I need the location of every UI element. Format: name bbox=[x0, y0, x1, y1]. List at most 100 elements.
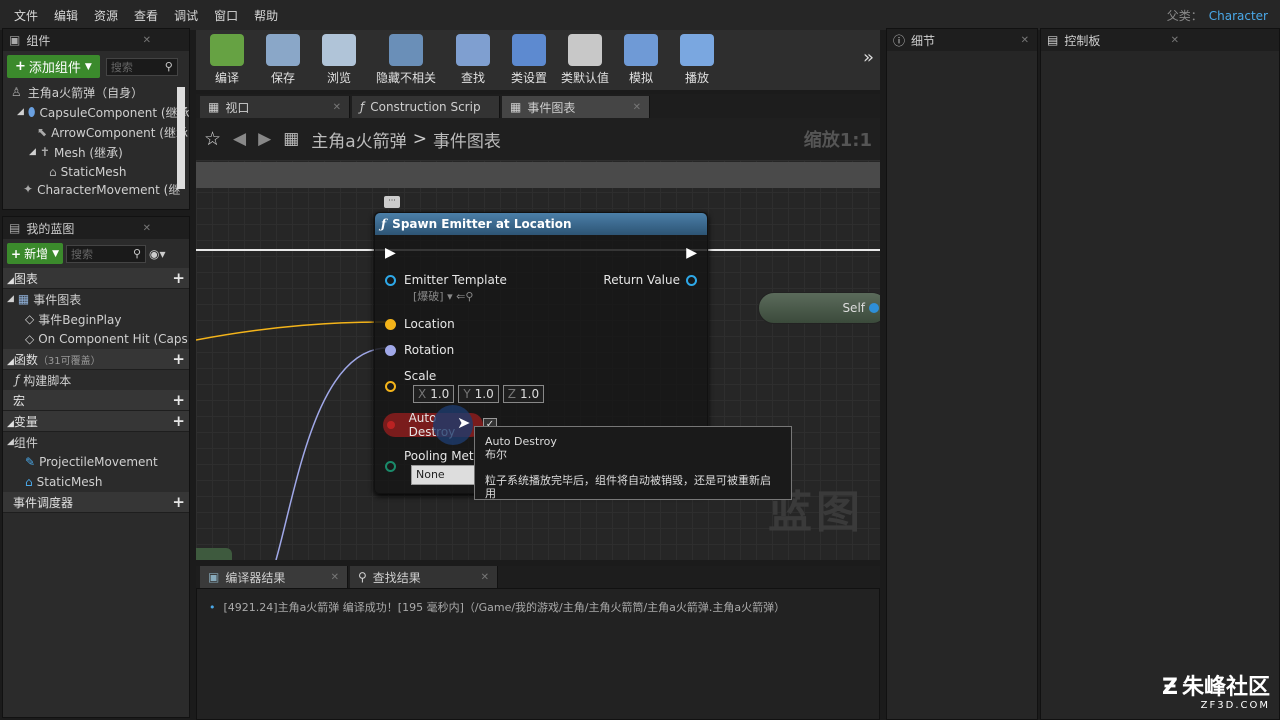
components-tab[interactable]: ▣ 组件 ✕ bbox=[3, 29, 189, 51]
add-macro-icon[interactable]: + bbox=[172, 391, 185, 409]
tree-label: Mesh (继承) bbox=[53, 145, 123, 160]
pooling-method-pin[interactable]: Pooling Meth bbox=[385, 449, 481, 472]
menu-asset[interactable]: 资源 bbox=[86, 7, 126, 24]
tree-item-construct[interactable]: ƒ 构建脚本 bbox=[3, 370, 189, 390]
simulate-button[interactable]: 模拟 bbox=[616, 32, 666, 90]
node-title-bar[interactable]: ƒ Spawn Emitter at Location bbox=[375, 213, 707, 235]
exec-out-pin[interactable]: ▶ bbox=[686, 245, 697, 261]
search-icon[interactable]: ⚲ bbox=[165, 60, 173, 73]
section-graphs[interactable]: ◢图表 + bbox=[3, 268, 189, 289]
close-icon[interactable]: ✕ bbox=[633, 102, 641, 113]
more-icon[interactable]: » bbox=[863, 47, 874, 68]
search-icon[interactable]: ⚲ bbox=[133, 247, 141, 260]
tree-item-projectile-movement[interactable]: ✎ ProjectileMovement bbox=[3, 452, 189, 472]
class-defaults-button[interactable]: 类默认值 bbox=[560, 32, 610, 90]
bullet-icon: • bbox=[209, 601, 216, 614]
details-tab[interactable]: ⓘ 细节 ✕ bbox=[887, 29, 1037, 51]
hide-unrelated-button[interactable]: 隐藏不相关 bbox=[370, 32, 442, 90]
section-macros[interactable]: 宏 + bbox=[3, 390, 189, 411]
tab-construction[interactable]: ƒ Construction Scrip bbox=[352, 96, 500, 118]
add-component-button[interactable]: + 添加组件 ▼ bbox=[7, 55, 100, 78]
expand-icon[interactable]: ◢ bbox=[17, 107, 24, 117]
compile-button[interactable]: 编译 bbox=[202, 32, 252, 90]
back-arrow-icon[interactable]: ◀ bbox=[233, 129, 246, 149]
add-function-icon[interactable]: + bbox=[172, 350, 185, 368]
new-button[interactable]: + 新增 ▼ bbox=[7, 243, 63, 264]
tree-item-beginplay[interactable]: ◇ 事件BeginPlay bbox=[3, 309, 189, 329]
star-icon[interactable]: ☆ bbox=[204, 128, 221, 150]
scale-pin[interactable]: Scale bbox=[385, 369, 436, 392]
class-settings-button[interactable]: 类设置 bbox=[504, 32, 554, 90]
tree-item-event-graph[interactable]: ◢ ▦ 事件图表 bbox=[3, 289, 189, 309]
location-pin[interactable]: Location bbox=[385, 317, 455, 331]
find-button[interactable]: 查找 bbox=[448, 32, 498, 90]
self-pin[interactable] bbox=[869, 303, 879, 313]
tree-item-arrow[interactable]: ⬉ ArrowComponent (继承 bbox=[3, 122, 189, 142]
tab-compiler-results[interactable]: ▣ 编译器结果 ✕ bbox=[200, 566, 348, 588]
tree-item-capsule[interactable]: ◢ ⬮ CapsuleComponent (继承 bbox=[3, 102, 189, 122]
close-icon[interactable]: ✕ bbox=[143, 223, 151, 234]
comment-bubble-icon[interactable]: ··· bbox=[384, 196, 400, 208]
add-graph-icon[interactable]: + bbox=[172, 269, 185, 287]
blueprint-search[interactable]: 搜索 ⚲ bbox=[66, 244, 146, 263]
close-icon[interactable]: ✕ bbox=[333, 102, 341, 113]
add-dispatcher-icon[interactable]: + bbox=[172, 493, 185, 511]
rotation-pin[interactable]: Rotation bbox=[385, 343, 454, 357]
section-dispatchers[interactable]: 事件调度器 + bbox=[3, 492, 189, 513]
play-button[interactable]: 播放 bbox=[672, 32, 722, 90]
tree-item-staticmesh[interactable]: ⌂ StaticMesh bbox=[3, 162, 189, 182]
menu-view[interactable]: 查看 bbox=[126, 7, 166, 24]
save-button[interactable]: 保存 bbox=[258, 32, 308, 90]
close-icon[interactable]: ✕ bbox=[143, 35, 151, 46]
expand-icon[interactable]: ◢ bbox=[29, 147, 36, 157]
parent-class-link[interactable]: Character bbox=[1209, 9, 1268, 23]
menu-window[interactable]: 窗口 bbox=[206, 7, 246, 24]
close-icon[interactable]: ✕ bbox=[331, 572, 339, 583]
pin-dot bbox=[385, 275, 396, 286]
new-label: 新增 bbox=[24, 247, 49, 261]
add-variable-icon[interactable]: + bbox=[172, 412, 185, 430]
tree-item-self[interactable]: ♙ 主角a火箭弹（自身） bbox=[3, 82, 189, 102]
tab-find-results[interactable]: ⚲ 查找结果 ✕ bbox=[350, 566, 498, 588]
exec-in-pin[interactable]: ▶ bbox=[385, 245, 396, 261]
section-functions[interactable]: ◢函数（31可覆盖） + bbox=[3, 349, 189, 370]
browse-button[interactable]: 浏览 bbox=[314, 32, 364, 90]
section-variables[interactable]: ◢变量 + bbox=[3, 411, 189, 432]
menu-edit[interactable]: 编辑 bbox=[46, 7, 86, 24]
breadcrumb-leaf[interactable]: 事件图表 bbox=[433, 127, 501, 152]
tree-item-components-category[interactable]: ◢ 组件 bbox=[3, 432, 189, 452]
use-asset-icon[interactable]: ⇐ bbox=[456, 290, 465, 303]
tab-label: 视口 bbox=[225, 100, 250, 115]
close-icon[interactable]: ✕ bbox=[1021, 35, 1029, 46]
menu-help[interactable]: 帮助 bbox=[246, 7, 286, 24]
breadcrumb-root[interactable]: 主角a火箭弹 bbox=[311, 127, 406, 152]
tree-item-component-hit[interactable]: ◇ On Component Hit (Caps bbox=[3, 329, 189, 349]
tree-item-mesh[interactable]: ◢ ✝ Mesh (继承) bbox=[3, 142, 189, 162]
forward-arrow-icon[interactable]: ▶ bbox=[258, 129, 271, 149]
self-node[interactable]: Self bbox=[758, 292, 880, 324]
close-icon[interactable]: ✕ bbox=[481, 572, 489, 583]
my-blueprint-tab[interactable]: ▤ 我的蓝图 ✕ bbox=[3, 217, 189, 239]
menu-debug[interactable]: 调试 bbox=[166, 7, 206, 24]
self-label: Self bbox=[842, 301, 865, 315]
eye-icon[interactable]: ◉▾ bbox=[149, 247, 166, 261]
tree-label: 组件 bbox=[13, 435, 38, 450]
emitter-asset-dropdown[interactable]: [爆破] ▾ ⇐⚲ bbox=[413, 288, 473, 304]
components-search[interactable]: 搜索 ⚲ bbox=[105, 57, 178, 76]
emitter-template-pin[interactable]: Emitter Template bbox=[385, 273, 507, 287]
scale-z-input[interactable]: Z 1.0 bbox=[502, 385, 545, 403]
scrollbar[interactable] bbox=[177, 87, 185, 189]
tree-item-static-mesh-var[interactable]: ⌂ StaticMesh bbox=[3, 472, 189, 492]
scale-y-input[interactable]: Y 1.0 bbox=[458, 385, 499, 403]
close-icon[interactable]: ✕ bbox=[1171, 35, 1179, 46]
tab-event-graph[interactable]: ▦ 事件图表 ✕ bbox=[502, 96, 650, 118]
search-icon[interactable]: ⚲ bbox=[465, 290, 473, 303]
tab-viewport[interactable]: ▦ 视口 ✕ bbox=[200, 96, 350, 118]
menu-file[interactable]: 文件 bbox=[6, 7, 46, 24]
palette-panel: ▤ 控制板 ✕ bbox=[1040, 28, 1280, 720]
tree-item-movement[interactable]: ✦ CharacterMovement (继 bbox=[3, 182, 189, 196]
palette-tab[interactable]: ▤ 控制板 ✕ bbox=[1041, 29, 1279, 51]
editor-tabs: ▦ 视口 ✕ ƒ Construction Scrip ▦ 事件图表 ✕ bbox=[196, 94, 880, 118]
return-value-pin[interactable]: Return Value bbox=[603, 273, 697, 287]
scale-x-input[interactable]: X 1.0 bbox=[413, 385, 455, 403]
